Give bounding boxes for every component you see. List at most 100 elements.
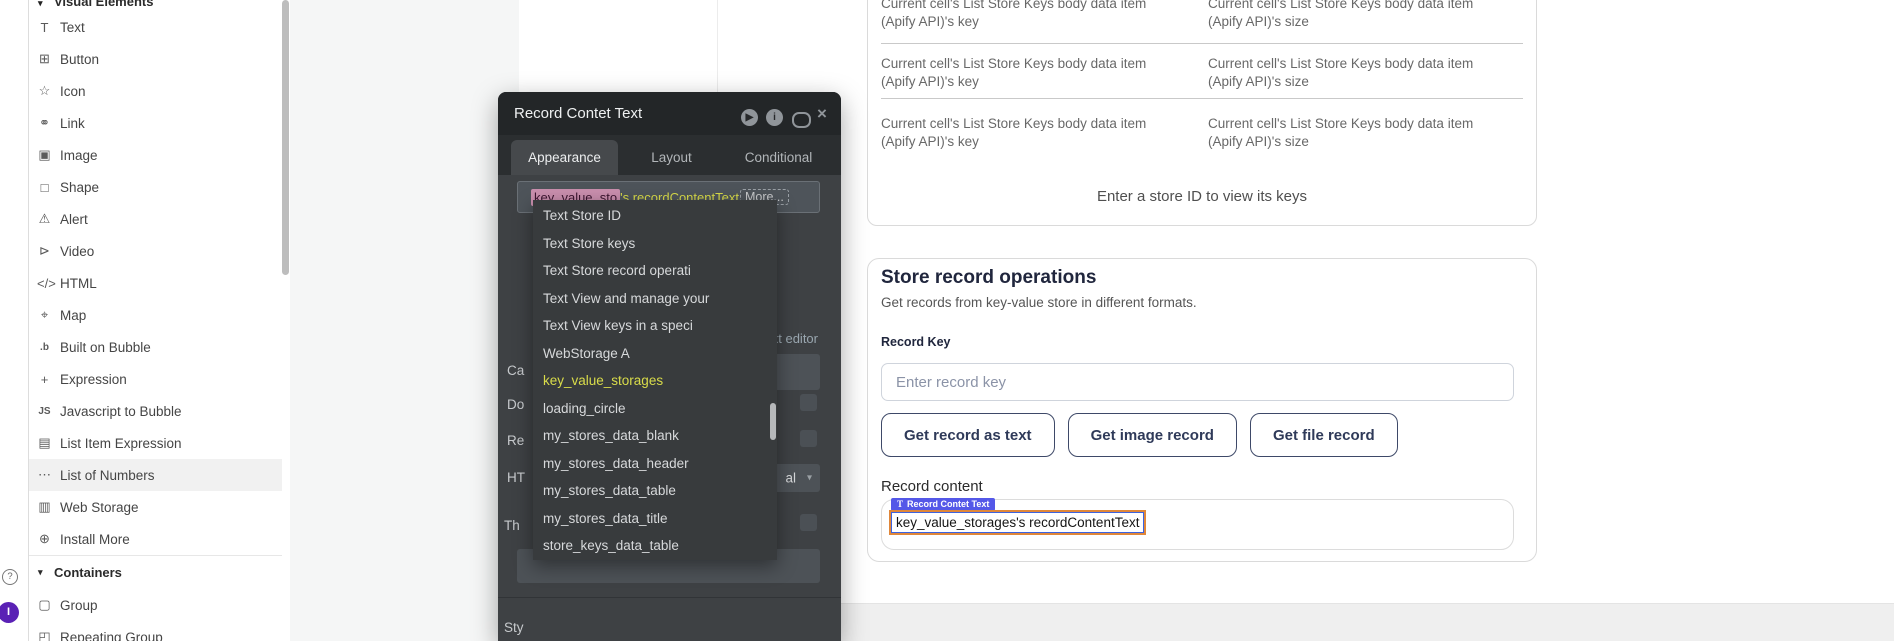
dropdown-item[interactable]: my_stores_data_blank <box>533 422 777 450</box>
sidebar-item[interactable]: ⌖ Map <box>29 299 282 331</box>
left-rail: ? I <box>0 0 29 641</box>
get-record-button[interactable]: Get image record <box>1068 413 1237 457</box>
element-icon: ⊳ <box>37 243 52 259</box>
table-row[interactable]: Current cell's List Store Keys body data… <box>881 115 1523 151</box>
sidebar-item[interactable]: ⊞ Button <box>29 43 282 75</box>
dropdown-item[interactable]: my_stores_data_title <box>533 505 777 533</box>
get-record-button[interactable]: Get record as text <box>881 413 1055 457</box>
sidebar-item[interactable]: + Expression <box>29 363 282 395</box>
panel-title: Record Contet Text <box>514 105 642 122</box>
collapse-arrow-icon: ▾ <box>38 0 54 9</box>
sidebar-item[interactable]: T Text <box>29 11 282 43</box>
dropdown-item[interactable]: store_keys_data_table <box>533 532 777 560</box>
checkbox[interactable] <box>800 394 817 411</box>
size-cell: Current cell's List Store Keys body data… <box>1208 0 1473 31</box>
dropdown-item[interactable]: my_stores_data_header <box>533 450 777 478</box>
key-cell: Current cell's List Store Keys body data… <box>881 55 1146 91</box>
key-cell: Current cell's List Store Keys body data… <box>881 0 1146 31</box>
field-label-ca: Ca <box>507 363 524 378</box>
sidebar-item[interactable]: </> HTML <box>29 267 282 299</box>
table-row[interactable]: Current cell's List Store Keys body data… <box>881 0 1523 31</box>
sidebar-item[interactable]: .b Built on Bubble <box>29 331 282 363</box>
store-keys-table-card[interactable]: Current cell's List Store Keys body data… <box>867 0 1537 226</box>
field-label-ht: HT <box>507 470 525 485</box>
size-cell: Current cell's List Store Keys body data… <box>1208 115 1473 151</box>
row-separator <box>881 43 1523 44</box>
element-icon: ▥ <box>37 499 52 515</box>
element-icon: T <box>37 20 52 35</box>
card-title: Store record operations <box>881 267 1096 289</box>
user-avatar[interactable]: I <box>0 602 19 623</box>
element-icon: JS <box>37 406 52 417</box>
preview-icon[interactable]: ▶ <box>741 109 758 126</box>
store-record-operations-card[interactable]: Store record operations Get records from… <box>867 258 1537 562</box>
field-label-re: Re <box>507 433 524 448</box>
visual-elements-header[interactable]: ▾Visual Elements <box>29 0 282 2</box>
element-icon: ▣ <box>37 147 52 163</box>
autocomplete-dropdown: Text Store IDText Store keysText Store r… <box>533 200 777 560</box>
dropdown-item[interactable]: my_stores_data_table <box>533 477 777 505</box>
dropdown-item[interactable]: Text Store ID <box>533 202 777 230</box>
containers-header[interactable]: ▾Containers <box>29 556 282 589</box>
info-icon[interactable]: i <box>766 109 783 126</box>
element-icon: ⚭ <box>37 115 52 131</box>
sidebar-item[interactable]: ⋯ List of Numbers <box>29 459 282 491</box>
get-record-button[interactable]: Get file record <box>1250 413 1398 457</box>
dropdown-item[interactable]: Text Store record operati <box>533 257 777 285</box>
panel-tabs: AppearanceLayoutConditional <box>498 135 841 175</box>
row-separator <box>881 98 1523 99</box>
comment-icon[interactable] <box>792 112 811 128</box>
panel-tab[interactable]: Conditional <box>725 140 832 175</box>
element-icon: ☆ <box>37 83 52 99</box>
sidebar-item[interactable]: JS Javascript to Bubble <box>29 395 282 427</box>
sidebar-item[interactable]: ▢ Group <box>29 589 282 621</box>
sidebar-item[interactable]: ◰ Repeating Group <box>29 621 282 641</box>
record-buttons-row: Get record as text Get image record Get fi… <box>881 413 1398 457</box>
container-elements-list: ▢ Group ◰ Repeating Group <box>29 589 282 641</box>
dropdown-item[interactable]: Text View keys in a speci <box>533 312 777 340</box>
sidebar-item[interactable]: ☆ Icon <box>29 75 282 107</box>
key-cell: Current cell's List Store Keys body data… <box>881 115 1146 151</box>
checkbox[interactable] <box>800 430 817 447</box>
dropdown-item[interactable]: Text View and manage your <box>533 285 777 313</box>
sidebar-item[interactable]: ▤ List Item Expression <box>29 427 282 459</box>
record-content-label: Record content <box>881 478 983 495</box>
sidebar-item[interactable]: ▥ Web Storage <box>29 491 282 523</box>
sidebar-item[interactable]: □ Shape <box>29 171 282 203</box>
element-icon: ⚠ <box>37 211 52 227</box>
element-icon: ⌖ <box>37 307 52 323</box>
collapse-arrow-icon: ▾ <box>38 567 54 578</box>
dropdown-item[interactable]: key_value_storages <box>533 367 777 395</box>
rich-text-editor-link[interactable]: xt editor <box>772 331 818 346</box>
field-label-do: Do <box>507 397 524 412</box>
element-icon: ⊞ <box>37 51 52 67</box>
panel-titlebar[interactable]: Record Contet Text ▶ i × <box>498 92 841 135</box>
help-icon[interactable]: ? <box>2 569 18 585</box>
panel-tab[interactable]: Layout <box>618 140 725 175</box>
element-icon: </> <box>37 276 52 291</box>
canvas-gutter <box>290 0 519 641</box>
panel-tab[interactable]: Appearance <box>511 140 618 175</box>
sidebar-item[interactable]: ▣ Image <box>29 139 282 171</box>
dropdown-item[interactable]: loading_circle <box>533 395 777 423</box>
sidebar-item[interactable]: ⚭ Link <box>29 107 282 139</box>
element-boundary-line <box>717 0 718 92</box>
card-subtitle: Get records from key-value store in diff… <box>881 295 1197 310</box>
sidebar-item[interactable]: ⊕ Install More <box>29 523 282 555</box>
empty-state-note: Enter a store ID to view its keys <box>868 188 1536 205</box>
close-icon[interactable]: × <box>817 105 827 122</box>
style-label: Sty <box>504 620 524 635</box>
selected-text-element[interactable]: key_value_storages's recordContentText <box>889 510 1146 535</box>
sidebar-scrollbar[interactable] <box>282 0 289 275</box>
chevron-down-icon: ▾ <box>807 473 812 484</box>
sidebar-item[interactable]: ⊳ Video <box>29 235 282 267</box>
elements-palette: ▾Visual Elements T Text ⊞ Button ☆ Icon … <box>29 0 282 641</box>
checkbox[interactable] <box>800 514 817 531</box>
dropdown-item[interactable]: WebStorage A <box>533 340 777 368</box>
table-row[interactable]: Current cell's List Store Keys body data… <box>881 55 1523 91</box>
record-key-input[interactable] <box>881 363 1514 401</box>
sidebar-item[interactable]: ⚠ Alert <box>29 203 282 235</box>
dropdown-scrollbar[interactable] <box>770 403 776 440</box>
dropdown-item[interactable]: Text Store keys <box>533 230 777 258</box>
element-icon: + <box>37 372 52 387</box>
